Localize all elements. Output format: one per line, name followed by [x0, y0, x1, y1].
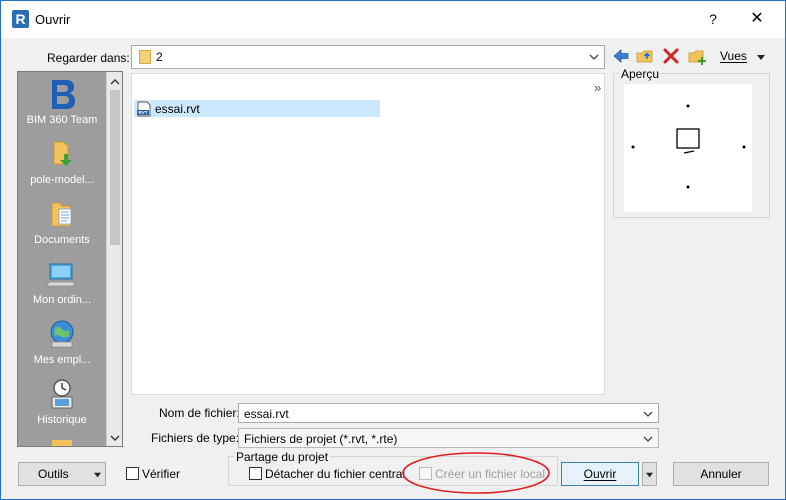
- new-folder-icon[interactable]: [687, 46, 707, 66]
- preview-thumbnail: [624, 84, 752, 212]
- file-item[interactable]: RVT essai.rvt: [134, 100, 380, 117]
- rvt-file-icon: RVT: [137, 101, 151, 117]
- views-label: Vues: [720, 49, 747, 63]
- place-network[interactable]: Mes empl...: [18, 314, 106, 374]
- place-pole-model[interactable]: pole-model...: [18, 134, 106, 194]
- preview-drawing: [631, 104, 746, 189]
- file-icon-text: RVT: [139, 110, 148, 115]
- open-options-button[interactable]: [642, 462, 657, 486]
- scroll-up-icon[interactable]: [109, 76, 121, 88]
- red-circle-annotation: [402, 452, 550, 494]
- project-sharing-label: Partage du projet: [234, 450, 331, 464]
- filetype-value: Fichiers de projet (*.rvt, *.rte): [244, 432, 398, 446]
- place-label: pole-model...: [30, 174, 94, 186]
- place-label: Mes empl...: [33, 354, 91, 366]
- computer-icon: [46, 263, 76, 287]
- bim360-icon: [52, 80, 75, 109]
- filename-label: Nom de fichier:: [159, 406, 240, 420]
- chevron-down-icon: [643, 436, 653, 442]
- place-documents[interactable]: Documents: [18, 194, 106, 254]
- verify-checkbox[interactable]: [126, 467, 139, 480]
- detach-central-checkbox[interactable]: [249, 467, 262, 480]
- filetype-dropdown[interactable]: Fichiers de projet (*.rvt, *.rte): [238, 428, 659, 448]
- tools-dropdown-icon: [93, 472, 102, 478]
- close-button[interactable]: ✕: [747, 9, 767, 29]
- back-arrow-icon[interactable]: [611, 46, 631, 66]
- detach-central-label: Détacher du fichier central: [265, 467, 406, 481]
- place-label: Mon ordin...: [32, 294, 92, 306]
- place-label: BIM 360 Team: [26, 114, 98, 126]
- views-dropdown-icon[interactable]: [755, 51, 767, 63]
- file-name: essai.rvt: [155, 102, 200, 116]
- places-bar: BIM 360 Team pole-model... Documents Mon…: [17, 71, 123, 447]
- delete-icon[interactable]: [661, 46, 681, 66]
- documents-folder-icon: [51, 202, 72, 227]
- folder-link-icon: [53, 141, 72, 166]
- chevron-down-icon[interactable]: [642, 408, 654, 420]
- scroll-down-icon[interactable]: [109, 432, 121, 444]
- chevron-down-icon: [645, 472, 654, 478]
- filename-input[interactable]: essai.rvt: [238, 403, 659, 423]
- place-bim360[interactable]: BIM 360 Team: [18, 74, 106, 134]
- cancel-label: Annuler: [700, 467, 742, 481]
- revit-app-icon: R: [12, 10, 29, 28]
- tools-button[interactable]: Outils: [18, 462, 106, 486]
- folder-up-icon[interactable]: [635, 46, 655, 66]
- tools-label: Outils: [38, 467, 69, 481]
- place-computer[interactable]: Mon ordin...: [18, 254, 106, 314]
- history-icon: [51, 379, 73, 409]
- open-dialog: R Ouvrir ? ✕ Regarder dans: 2 Vues BIM 3…: [0, 0, 786, 500]
- lookin-value: 2: [156, 50, 163, 64]
- file-list[interactable]: » RVT essai.rvt: [131, 73, 605, 395]
- help-button[interactable]: ?: [705, 9, 721, 29]
- window-title: Ouvrir: [35, 12, 71, 27]
- open-button[interactable]: Ouvrir: [561, 462, 639, 486]
- folder-icon: [52, 440, 72, 446]
- title-bar: R Ouvrir ? ✕: [1, 1, 785, 38]
- views-button[interactable]: Vues: [720, 49, 747, 63]
- lookin-dropdown[interactable]: 2: [131, 45, 605, 69]
- scroll-thumb[interactable]: [110, 90, 120, 245]
- more-columns-icon[interactable]: »: [594, 80, 601, 95]
- filetype-label: Fichiers de type:: [151, 431, 240, 445]
- chevron-down-icon: [589, 54, 599, 60]
- places-scrollbar[interactable]: [106, 72, 122, 446]
- network-globe-icon: [50, 320, 74, 348]
- place-history[interactable]: Historique: [18, 374, 106, 434]
- lookin-label: Regarder dans:: [47, 51, 130, 65]
- verify-label: Vérifier: [142, 467, 181, 481]
- folder-icon: [139, 50, 151, 64]
- filename-value: essai.rvt: [244, 407, 289, 421]
- preview-label: Aperçu: [619, 67, 662, 81]
- cancel-button[interactable]: Annuler: [673, 462, 769, 486]
- place-label: Historique: [37, 414, 87, 426]
- place-label: Documents: [34, 234, 90, 246]
- open-label: Ouvrir: [583, 467, 617, 481]
